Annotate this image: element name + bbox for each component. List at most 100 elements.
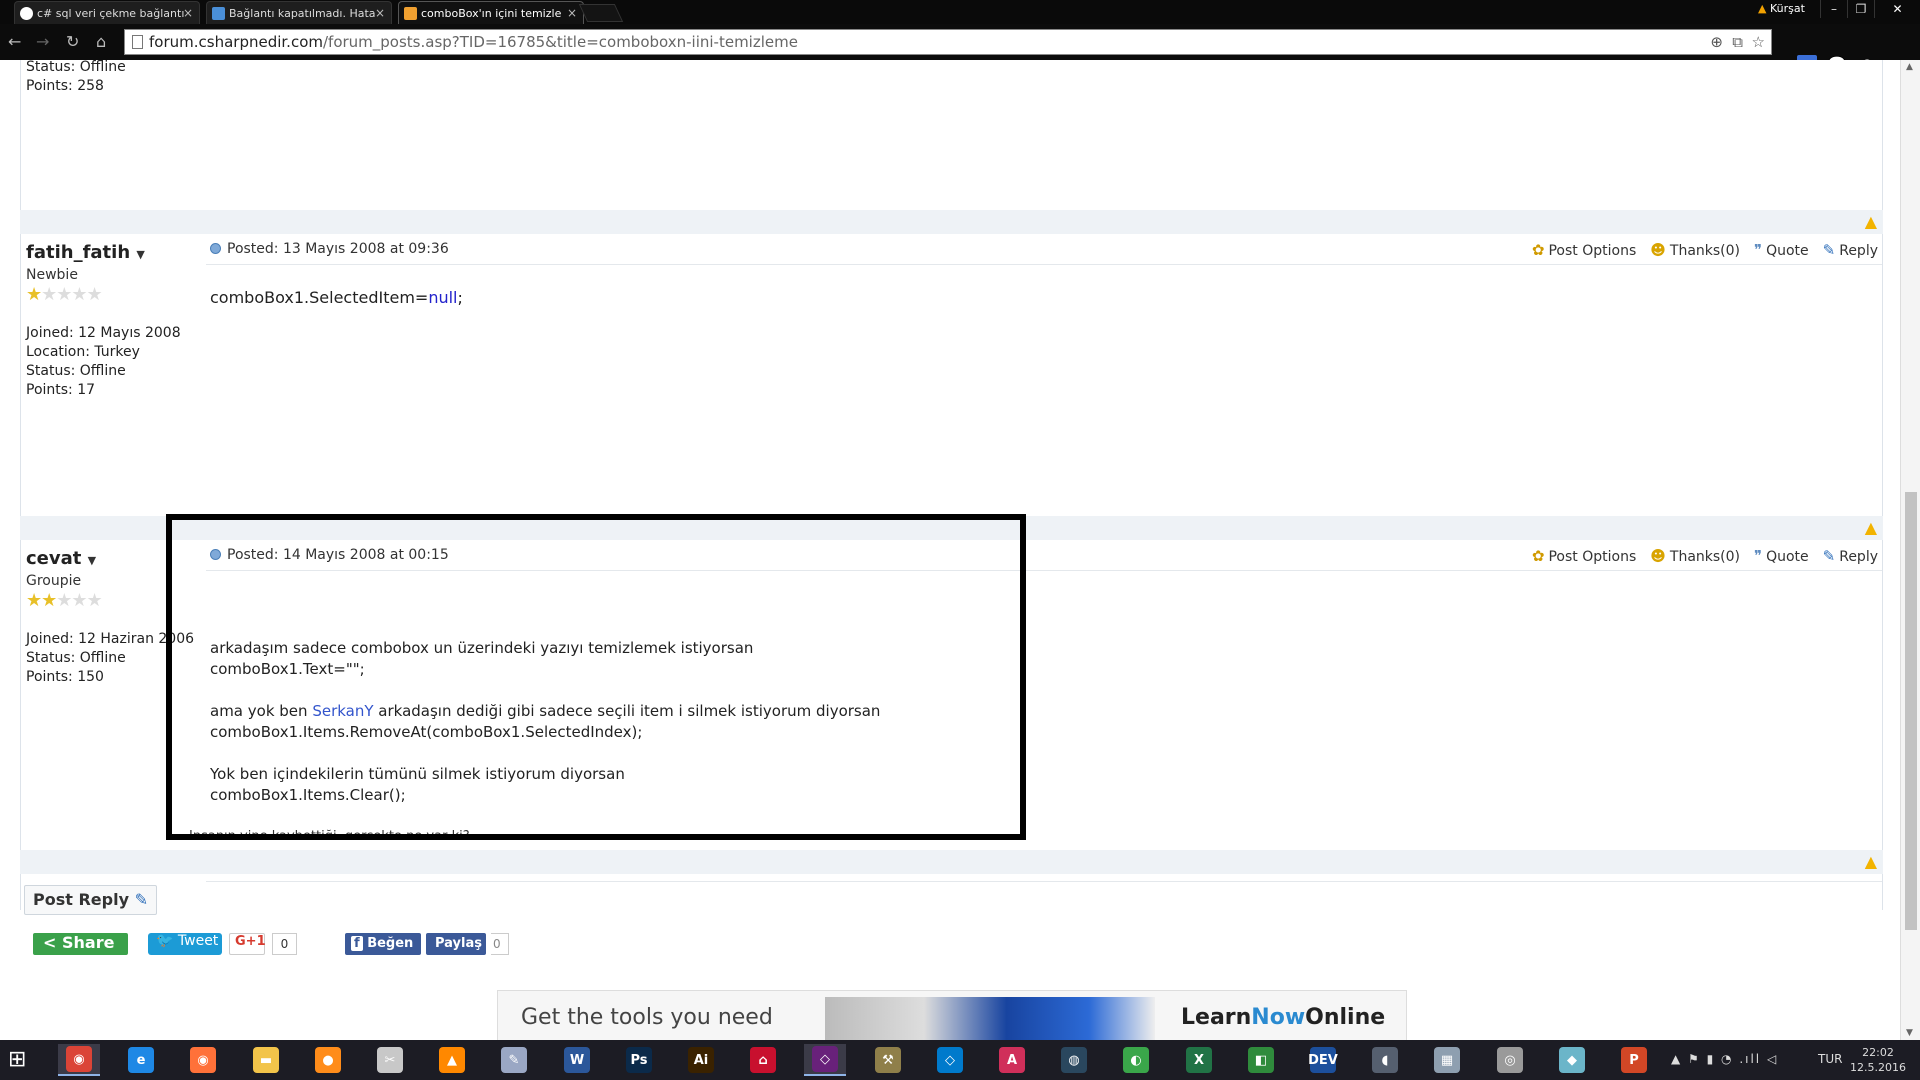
taskbar-app-button[interactable]: ◇ [804,1044,846,1076]
thanks-label: Thanks(0) [1669,243,1740,259]
ad-logo-part: Online [1305,1005,1386,1030]
profile-button[interactable]: ▲ Kürşat [1758,2,1805,15]
clock-date: 12.5.2016 [1850,1061,1906,1074]
taskbar-app-button[interactable]: P [1613,1044,1655,1076]
chevron-down-icon[interactable]: ▼ [136,248,144,261]
code-text: comboBox1.SelectedItem= [210,288,429,307]
taskbar-app-button[interactable]: X [1178,1044,1220,1076]
username[interactable]: cevat [26,548,81,569]
post-author[interactable]: fatih_fatih ▼ [26,242,145,263]
taskbar-app-button[interactable]: ▦ [1426,1044,1468,1076]
facebook-share-button[interactable]: Paylaş [426,933,486,955]
restore-button[interactable]: ❐ [1847,0,1874,18]
taskbar-app-button[interactable]: Ps [618,1044,660,1076]
facebook-like-button[interactable]: f Beğen [345,933,421,955]
app-icon: ◖ [1372,1047,1398,1073]
post-author[interactable]: cevat ▼ [26,548,96,569]
new-tab-button[interactable] [578,4,624,22]
post-options-button[interactable]: ✿ Post Options [1532,547,1636,565]
highlight-box [166,514,1026,840]
taskbar-app-button[interactable]: ◉ [182,1044,224,1076]
forward-icon[interactable]: → [36,32,49,51]
google-plus-button[interactable]: G+1 [229,933,266,955]
share-button[interactable]: < Share [33,933,128,955]
quote-button[interactable]: ❞ Quote [1754,241,1809,259]
chevron-down-icon[interactable]: ▼ [88,554,96,567]
reload-icon[interactable]: ↻ [66,32,79,51]
twitter-icon: 🐦 [156,933,174,949]
back-to-top-icon[interactable]: ▲ [1865,518,1877,537]
tab-close-icon[interactable]: × [567,2,577,24]
taskbar-app-button[interactable]: ◧ [1240,1044,1282,1076]
post-options-button[interactable]: ✿ Post Options [1532,241,1636,259]
tab-combobox[interactable]: comboBox'ın içini temizle × [398,1,584,24]
taskbar-app-button[interactable]: A [991,1044,1033,1076]
windows-start-icon[interactable]: ⊞ [8,1048,32,1072]
scrollbar-thumb[interactable] [1905,492,1917,930]
bookmark-star-icon[interactable]: ☆ [1752,33,1765,51]
post-options-label: Post Options [1548,243,1637,259]
taskbar-app-button[interactable]: ◎ [1489,1044,1531,1076]
taskbar-app-button[interactable]: ◖ [1364,1044,1406,1076]
post-reply-button[interactable]: Post Reply ✎ [24,885,157,915]
thanks-button[interactable]: ☻ Thanks(0) [1650,241,1740,259]
scroll-up-icon[interactable]: ▲ [1906,62,1913,72]
reply-button[interactable]: ✎ Reply [1823,241,1878,259]
tab-close-icon[interactable]: × [375,2,385,24]
reply-button[interactable]: ✎ Reply [1823,547,1878,565]
user-points: Points: 258 [26,78,104,94]
advertisement-banner[interactable]: Get the tools you need LearnNowOnline [497,990,1407,1040]
taskbar-app-button[interactable]: ⌂ [742,1044,784,1076]
vertical-scrollbar[interactable]: ▲ ▼ [1900,60,1920,1040]
input-language[interactable]: TUR [1818,1052,1842,1066]
taskbar-app-button[interactable]: ● [307,1044,349,1076]
user-points: Points: 17 [26,382,96,398]
minimize-button[interactable]: – [1820,0,1847,18]
url-text[interactable]: forum.csharpnedir.com/forum_posts.asp?TI… [149,33,798,51]
taskbar-app-button[interactable]: Ai [680,1044,722,1076]
tab-sql[interactable]: c# sql veri çekme bağlantı × [14,1,200,24]
tab-close-icon[interactable]: × [183,2,193,24]
system-tray-icons[interactable]: ▲ ⚑ ▮ ◔ .ıll ◁ [1671,1052,1778,1066]
app-icon: e [128,1047,154,1073]
app-icon: ◉ [190,1047,216,1073]
taskbar-app-button[interactable]: ◇ [929,1044,971,1076]
tab-baglanti[interactable]: Bağlantı kapatılmadı. Hata × [206,1,392,24]
taskbar-app-button[interactable]: ◍ [1053,1044,1095,1076]
taskbar-app-button[interactable]: ▬ [245,1044,287,1076]
back-to-top-icon[interactable]: ▲ [1865,852,1877,871]
taskbar-app-button[interactable]: ▲ [431,1044,473,1076]
app-icon: ▲ [439,1047,465,1073]
post-separator: ▲ [20,210,1883,234]
home-icon[interactable]: ⌂ [96,32,106,51]
close-window-button[interactable]: ✕ [1874,0,1920,18]
taskbar-app-button[interactable]: ⚒ [867,1044,909,1076]
quote-button[interactable]: ❞ Quote [1754,547,1809,565]
scroll-down-icon[interactable]: ▼ [1906,1028,1913,1038]
app-icon: ◇ [937,1047,963,1073]
back-to-top-icon[interactable]: ▲ [1865,212,1877,231]
address-bar[interactable]: forum.csharpnedir.com/forum_posts.asp?TI… [124,29,1772,55]
user-info: Joined: 12 Mayıs 2008 Location: Turkey S… [26,324,181,400]
post-actions: ✿ Post Options ☻ Thanks(0) ❞ Quote ✎ Reply [1532,241,1878,259]
taskbar-app-button[interactable]: ✂ [369,1044,411,1076]
ad-image [825,997,1155,1040]
app-icon: ▬ [253,1047,279,1073]
taskbar-app-button[interactable]: ◉ [58,1044,100,1076]
back-icon[interactable]: ← [8,32,21,51]
taskbar-app-button[interactable]: ◆ [1551,1044,1593,1076]
taskbar-app-button[interactable]: W [556,1044,598,1076]
taskbar-app-button[interactable]: DEV [1302,1044,1344,1076]
tweet-button[interactable]: 🐦 Tweet [148,933,222,955]
username[interactable]: fatih_fatih [26,242,130,263]
zoom-icon[interactable]: ⊕ [1710,33,1723,51]
clock[interactable]: 22:02 12.5.2016 [1850,1045,1906,1075]
translate-icon[interactable]: ⧉ [1732,33,1743,51]
thanks-button[interactable]: ☻ Thanks(0) [1650,547,1740,565]
taskbar-app-button[interactable]: ◐ [1115,1044,1157,1076]
reply-icon: ✎ [1822,241,1836,259]
taskbar-app-button[interactable]: e [120,1044,162,1076]
quote-icon: ❞ [1754,547,1763,565]
taskbar-app-button[interactable]: ✎ [493,1044,535,1076]
ad-logo-part: Now [1251,1005,1306,1030]
